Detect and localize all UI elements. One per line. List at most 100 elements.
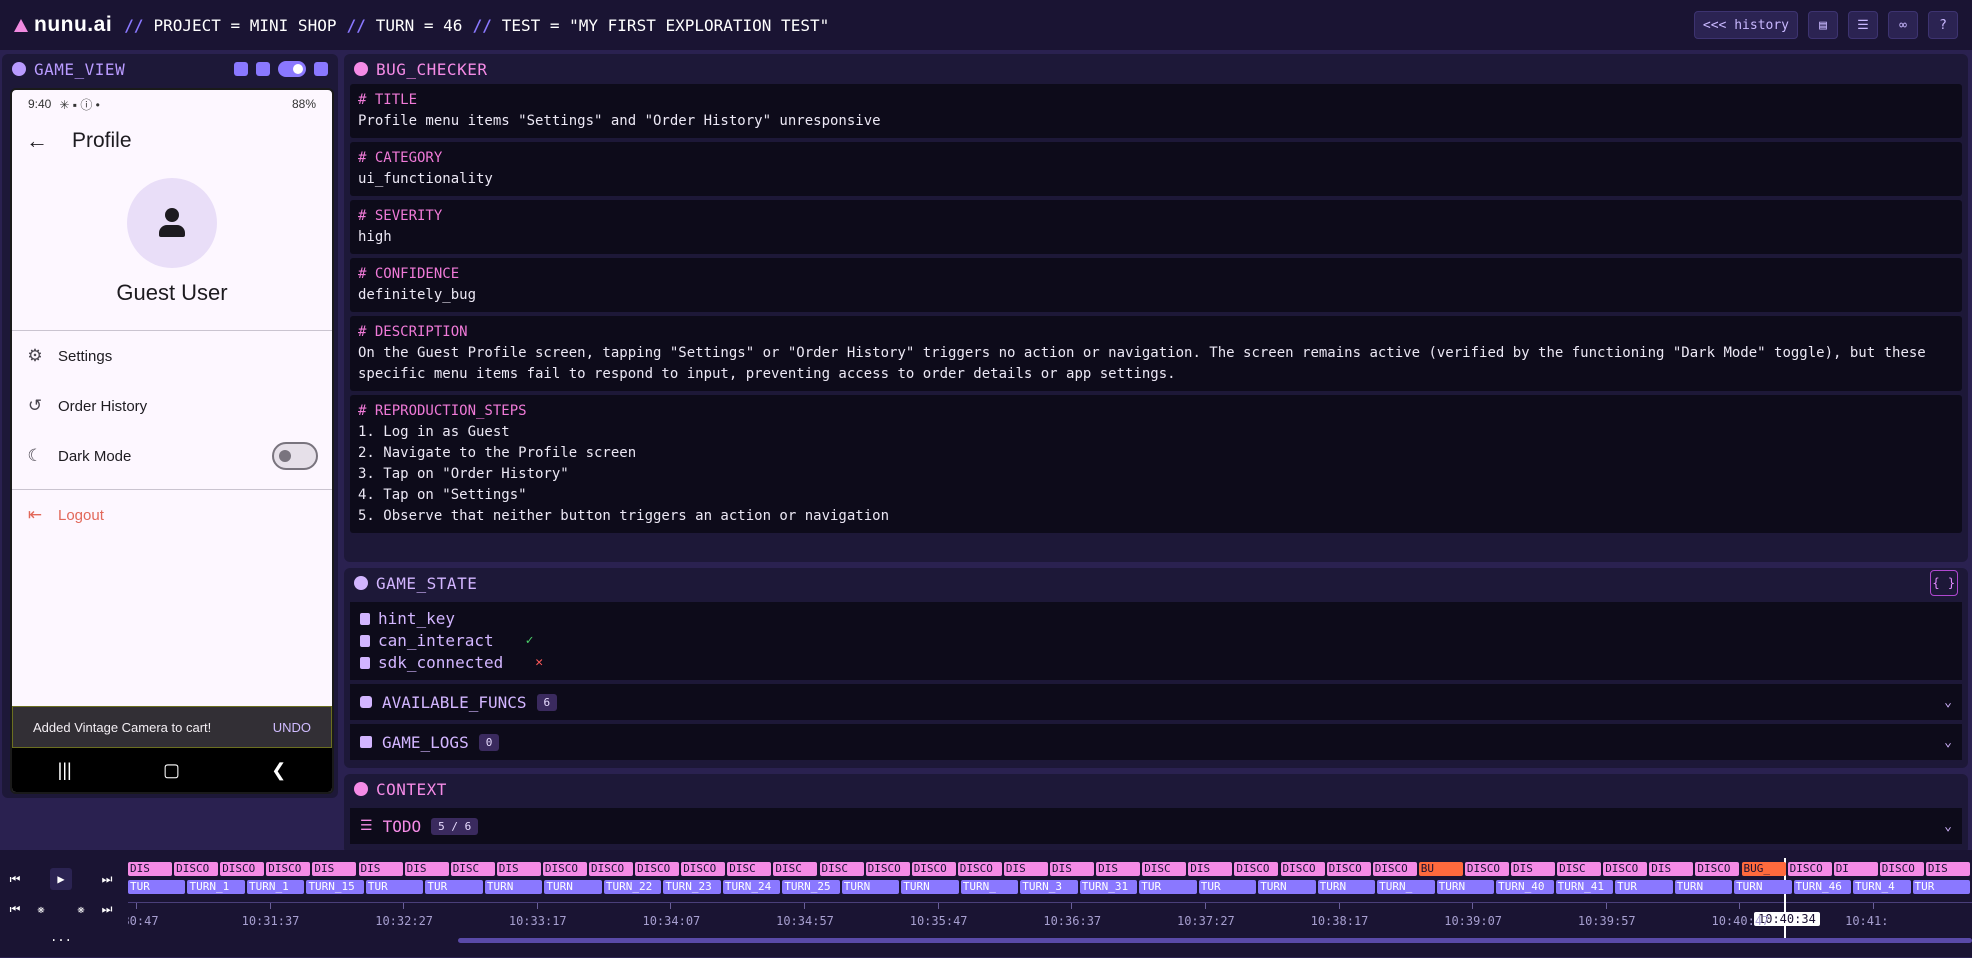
timeline-event[interactable]: DISCO (1603, 862, 1648, 876)
timeline-turn[interactable]: TUR (1139, 880, 1197, 894)
timeline-event[interactable]: DISC (1557, 862, 1602, 876)
undo-button[interactable]: UNDO (273, 720, 311, 735)
timeline-event[interactable]: DIS (1003, 862, 1048, 876)
timeline-event[interactable]: DISCO (681, 862, 726, 876)
timeline-turn[interactable]: TURN_1 (187, 880, 245, 894)
skip-start-icon[interactable]: ⏮ (4, 868, 26, 890)
timeline-event[interactable]: DIS (1649, 862, 1694, 876)
menu-item-settings[interactable]: ⚙ Settings (12, 331, 332, 381)
timeline-turn[interactable]: TURN_22 (603, 880, 662, 894)
timeline-turn[interactable]: TUR (1912, 880, 1970, 894)
timeline-turn[interactable]: TURN_3 (1020, 880, 1078, 894)
timeline-turn[interactable]: TURN_1 (246, 880, 305, 894)
timeline-event[interactable]: DISCO (174, 862, 219, 876)
timeline-turn[interactable]: TURN_ (960, 880, 1019, 894)
timeline-event[interactable]: DISCO (1787, 862, 1832, 876)
timeline-turn[interactable]: TURN_4 (1853, 880, 1911, 894)
timeline-event[interactable]: DIS (358, 862, 403, 876)
timeline-event[interactable]: DISCO (589, 862, 634, 876)
timeline-turn[interactable]: TURN (1674, 880, 1733, 894)
timeline-event[interactable]: DISCO (220, 862, 265, 876)
nunu-logo[interactable]: nunu.ai (14, 13, 112, 37)
timeline-turn[interactable]: TUR (128, 880, 186, 894)
available-funcs-toggle[interactable]: AVAILABLE_FUNCS 6 ⌄ (350, 684, 1962, 720)
timeline-event[interactable]: DISC (773, 862, 818, 876)
timeline-turn[interactable]: TURN (544, 880, 602, 894)
timeline-event[interactable]: DIS (1511, 862, 1556, 876)
timeline-event[interactable]: DI (1833, 862, 1878, 876)
timeline-event[interactable]: DISCO (542, 862, 587, 876)
timeline-turn[interactable]: TURN_41 (1555, 880, 1614, 894)
clipboard-icon[interactable]: ▤ (1808, 11, 1838, 39)
prev-bug-icon[interactable]: ❋ (30, 898, 52, 920)
timeline-turn[interactable]: TURN (1734, 880, 1792, 894)
timeline-event[interactable]: DISCO (911, 862, 956, 876)
phone-screen[interactable]: 9:40 ✳ ▪ ⓘ • 88% ← Profile Guest User ⚙ … (10, 88, 334, 794)
timeline-turn[interactable]: TURN_23 (663, 880, 721, 894)
timeline-turn[interactable]: TUR (425, 880, 483, 894)
timeline-event[interactable]: DISCO (957, 862, 1002, 876)
timeline-event[interactable]: DIS (404, 862, 449, 876)
timeline-event[interactable]: DISC (1142, 862, 1187, 876)
timeline-turn[interactable]: TURN_25 (782, 880, 840, 894)
timeline-event[interactable]: DISC (819, 862, 864, 876)
list-icon[interactable]: ☰ (1848, 11, 1878, 39)
timeline-scrollbar[interactable] (458, 938, 1972, 943)
help-button[interactable]: ? (1928, 11, 1958, 39)
recents-icon[interactable]: ||| (58, 760, 72, 781)
lightning-icon[interactable] (234, 62, 248, 76)
timeline-turn[interactable]: TURN_24 (722, 880, 781, 894)
timeline-turn[interactable]: TURN (1317, 880, 1376, 894)
timeline-event[interactable]: DISCO (865, 862, 910, 876)
timeline-event[interactable]: BUG_ (1741, 862, 1786, 876)
timeline-turn[interactable]: TURN (1436, 880, 1495, 894)
link-icon[interactable]: ∞ (1888, 11, 1918, 39)
timeline-turn[interactable]: TURN (901, 880, 959, 894)
timeline-turn[interactable]: TURN_46 (1793, 880, 1852, 894)
back-icon[interactable]: ❮ (271, 760, 286, 781)
next-turn-icon[interactable]: ⏭ (96, 898, 118, 920)
timeline-event[interactable]: DISC (450, 862, 495, 876)
camera-icon[interactable] (256, 62, 270, 76)
timeline-event[interactable]: DISCO (635, 862, 680, 876)
timeline-event[interactable]: DISC (727, 862, 772, 876)
timeline-event[interactable]: DIS (128, 862, 173, 876)
timeline-turn[interactable]: TURN (841, 880, 900, 894)
back-arrow-icon[interactable]: ← (26, 128, 48, 154)
timeline-event[interactable]: DISCO (1326, 862, 1371, 876)
history-button[interactable]: <<< history (1693, 11, 1798, 39)
timeline-event[interactable]: BU (1418, 862, 1463, 876)
timeline-event[interactable]: DIS (312, 862, 357, 876)
more-icon[interactable]: ... (50, 926, 72, 948)
timeline-event[interactable]: DIS (1188, 862, 1233, 876)
timeline-event[interactable]: DISCO (1280, 862, 1325, 876)
timeline-turn[interactable]: TURN_15 (306, 880, 364, 894)
todo-toggle[interactable]: ☰ TODO 5 / 6 ⌄ (350, 808, 1962, 844)
timeline-turn[interactable]: TURN_31 (1079, 880, 1138, 894)
game-logs-toggle[interactable]: GAME_LOGS 0 ⌄ (350, 724, 1962, 760)
timeline-turn[interactable]: TUR (1198, 880, 1257, 894)
timeline-event[interactable]: DISCO (1464, 862, 1509, 876)
home-icon[interactable]: ▢ (163, 760, 180, 781)
timeline-event[interactable]: DISCO (1372, 862, 1417, 876)
timeline-event[interactable]: DISCO (1695, 862, 1740, 876)
stream-toggle[interactable] (278, 61, 306, 77)
timeline-turn[interactable]: TUR (365, 880, 424, 894)
next-bug-icon[interactable]: ❋ (70, 898, 92, 920)
prev-turn-icon[interactable]: ⏮ (4, 898, 26, 920)
json-view-button[interactable]: { } (1930, 570, 1958, 596)
timeline-event[interactable]: DISCO (1234, 862, 1279, 876)
timeline-event[interactable]: DIS (496, 862, 541, 876)
video-icon[interactable] (314, 62, 328, 76)
timeline-event[interactable]: DIS (1050, 862, 1095, 876)
menu-item-order-history[interactable]: ↺ Order History (12, 381, 332, 431)
timeline-turn[interactable]: TURN (484, 880, 543, 894)
skip-end-icon[interactable]: ⏭ (96, 868, 118, 890)
play-button[interactable]: ▶ (50, 868, 72, 890)
logout-button[interactable]: ⇤ Logout (12, 490, 332, 540)
timeline-turn[interactable]: TUR (1615, 880, 1673, 894)
timeline-turn[interactable]: TURN_40 (1496, 880, 1554, 894)
timeline-event[interactable]: DISCO (1879, 862, 1924, 876)
timeline-turn[interactable]: TURN (1258, 880, 1316, 894)
timeline-event[interactable]: DISCO (266, 862, 311, 876)
